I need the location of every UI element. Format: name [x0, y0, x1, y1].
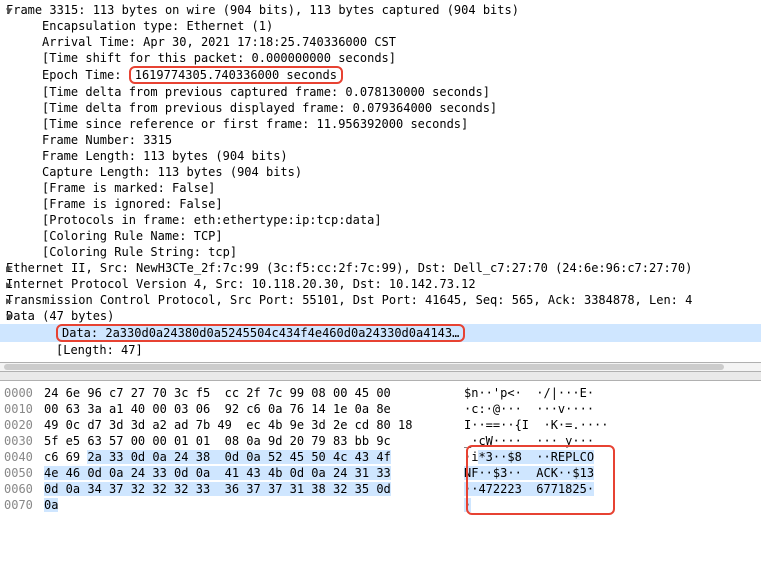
hex-offset: 0030 [4, 433, 44, 449]
color-string-row[interactable]: [Coloring Rule String: tcp] [0, 244, 761, 260]
frame-header-row[interactable]: ▼ Frame 3315: 113 bytes on wire (904 bit… [0, 2, 761, 18]
data-value-row[interactable]: Data: 2a330d0a24380d0a5245504c434f4e460d… [0, 324, 761, 342]
packet-bytes-pane[interactable]: 000024 6e 96 c7 27 70 3c f5 cc 2f 7c 99 … [0, 381, 761, 517]
hex-ascii[interactable]: ··472223 6771825· [464, 481, 757, 497]
hex-offset: 0050 [4, 465, 44, 481]
hex-row[interactable]: 000024 6e 96 c7 27 70 3c f5 cc 2f 7c 99 … [0, 385, 761, 401]
hex-row[interactable]: 00700a· [0, 497, 761, 513]
data-length-row[interactable]: [Length: 47] [0, 342, 761, 358]
hex-offset: 0070 [4, 497, 44, 513]
hex-row[interactable]: 00600d 0a 34 37 32 32 32 33 36 37 37 31 … [0, 481, 761, 497]
timeshift-row[interactable]: [Time shift for this packet: 0.000000000… [0, 50, 761, 66]
hex-ascii[interactable]: · [464, 497, 757, 513]
hex-ascii[interactable]: NF··$3·· ACK··$13 [464, 465, 757, 481]
epoch-row[interactable]: Epoch Time: 1619774305.740336000 seconds [0, 66, 761, 84]
details-horizontal-scrollbar[interactable] [0, 363, 761, 371]
hex-row[interactable]: 002049 0c d7 3d 3d a2 ad 7b 49 ec 4b 9e … [0, 417, 761, 433]
epoch-label: Epoch Time: [42, 68, 121, 82]
hex-bytes[interactable]: c6 69 2a 33 0d 0a 24 38 0d 0a 52 45 50 4… [44, 449, 464, 465]
epoch-value-highlight: 1619774305.740336000 seconds [129, 66, 343, 84]
hex-bytes[interactable]: 49 0c d7 3d 3d a2 ad 7b 49 ec 4b 9e 3d 2… [44, 417, 464, 433]
ip-row[interactable]: ▶ Internet Protocol Version 4, Src: 10.1… [0, 276, 761, 292]
hex-ascii[interactable]: ·i*3··$8 ··REPLCO [464, 449, 757, 465]
encap-row[interactable]: Encapsulation type: Ethernet (1) [0, 18, 761, 34]
hex-offset: 0000 [4, 385, 44, 401]
hex-row[interactable]: 00504e 46 0d 0a 24 33 0d 0a 41 43 4b 0d … [0, 465, 761, 481]
ignored-row[interactable]: [Frame is ignored: False] [0, 196, 761, 212]
hex-offset: 0060 [4, 481, 44, 497]
delta-captured-row[interactable]: [Time delta from previous captured frame… [0, 84, 761, 100]
hex-offset: 0020 [4, 417, 44, 433]
color-name-row[interactable]: [Coloring Rule Name: TCP] [0, 228, 761, 244]
hex-bytes[interactable]: 4e 46 0d 0a 24 33 0d 0a 41 43 4b 0d 0a 2… [44, 465, 464, 481]
tcp-row[interactable]: ▶ Transmission Control Protocol, Src Por… [0, 292, 761, 308]
protocols-row[interactable]: [Protocols in frame: eth:ethertype:ip:tc… [0, 212, 761, 228]
scrollbar-thumb[interactable] [4, 364, 724, 370]
marked-row[interactable]: [Frame is marked: False] [0, 180, 761, 196]
since-ref-row[interactable]: [Time since reference or first frame: 11… [0, 116, 761, 132]
frame-num-row[interactable]: Frame Number: 3315 [0, 132, 761, 148]
hex-bytes[interactable]: 00 63 3a a1 40 00 03 06 92 c6 0a 76 14 1… [44, 401, 464, 417]
frame-header-text: Frame 3315: 113 bytes on wire (904 bits)… [6, 3, 519, 17]
hex-bytes[interactable]: 0a [44, 497, 464, 513]
hex-bytes[interactable]: 5f e5 63 57 00 00 01 01 08 0a 9d 20 79 8… [44, 433, 464, 449]
hex-ascii[interactable]: I··==··{I ·K·=.···· [464, 417, 757, 433]
hex-row[interactable]: 001000 63 3a a1 40 00 03 06 92 c6 0a 76 … [0, 401, 761, 417]
hex-ascii[interactable]: _·cW···· ··· y··· [464, 433, 757, 449]
packet-details-pane[interactable]: ▼ Frame 3315: 113 bytes on wire (904 bit… [0, 0, 761, 363]
hex-offset: 0010 [4, 401, 44, 417]
pane-separator[interactable] [0, 371, 761, 381]
hex-ascii[interactable]: $n··'p<· ·/|···E· [464, 385, 757, 401]
delta-displayed-row[interactable]: [Time delta from previous displayed fram… [0, 100, 761, 116]
hex-row[interactable]: 0040c6 69 2a 33 0d 0a 24 38 0d 0a 52 45 … [0, 449, 761, 465]
hex-offset: 0040 [4, 449, 44, 465]
hex-bytes[interactable]: 0d 0a 34 37 32 32 32 33 36 37 37 31 38 3… [44, 481, 464, 497]
data-value-highlight: Data: 2a330d0a24380d0a5245504c434f4e460d… [56, 324, 465, 342]
frame-len-row[interactable]: Frame Length: 113 bytes (904 bits) [0, 148, 761, 164]
cap-len-row[interactable]: Capture Length: 113 bytes (904 bits) [0, 164, 761, 180]
hex-ascii[interactable]: ·c:·@··· ···v···· [464, 401, 757, 417]
ethernet-row[interactable]: ▶ Ethernet II, Src: NewH3CTe_2f:7c:99 (3… [0, 260, 761, 276]
arrival-row[interactable]: Arrival Time: Apr 30, 2021 17:18:25.7403… [0, 34, 761, 50]
data-header-row[interactable]: ▼ Data (47 bytes) [0, 308, 761, 324]
hex-row[interactable]: 00305f e5 63 57 00 00 01 01 08 0a 9d 20 … [0, 433, 761, 449]
hex-bytes[interactable]: 24 6e 96 c7 27 70 3c f5 cc 2f 7c 99 08 0… [44, 385, 464, 401]
